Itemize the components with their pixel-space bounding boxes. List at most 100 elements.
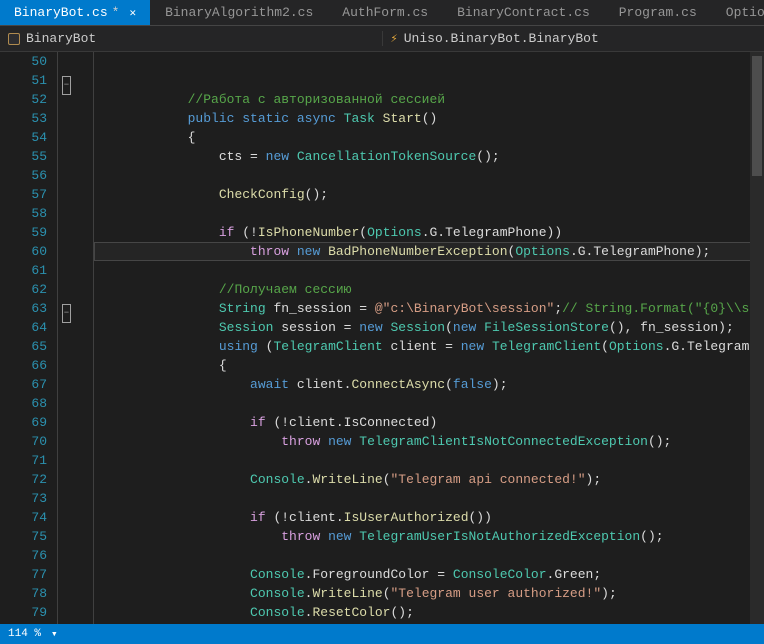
gutter-cell	[58, 337, 93, 356]
token: WriteLine	[312, 586, 382, 601]
token	[188, 567, 250, 582]
gutter-cell	[58, 128, 93, 147]
token: Console	[250, 605, 305, 620]
code-line[interactable]: throw new TelegramClientIsNotConnectedEx…	[94, 432, 764, 451]
token: new	[297, 244, 328, 259]
token: ();	[648, 434, 671, 449]
code-line[interactable]: using (TelegramClient client = new Teleg…	[94, 337, 764, 356]
code-line[interactable]	[94, 546, 764, 565]
token: ())	[469, 510, 492, 525]
code-line[interactable]: //Получаем сессию	[94, 280, 764, 299]
gutter-cell	[58, 109, 93, 128]
scrollbar-thumb[interactable]	[752, 56, 762, 176]
code-line[interactable]: {	[94, 356, 764, 375]
code-line[interactable]: throw new TelegramUserIsNotAuthorizedExc…	[94, 527, 764, 546]
code-line[interactable]: public static async Task Start()	[94, 109, 764, 128]
gutter-cell	[58, 185, 93, 204]
code-line[interactable]: //Работа с авторизованной сессией	[94, 90, 764, 109]
line-number: 62	[0, 280, 47, 299]
editor-tab[interactable]: BinaryContract.cs	[443, 0, 605, 25]
modified-indicator-icon: *	[112, 5, 120, 20]
line-number: 52	[0, 90, 47, 109]
code-area[interactable]: //Работа с авторизованной сессией public…	[94, 52, 764, 624]
token: throw	[281, 434, 328, 449]
token	[188, 301, 219, 316]
code-line[interactable]	[94, 489, 764, 508]
token: ();	[305, 187, 328, 202]
zoom-level[interactable]: 114 %	[8, 628, 41, 640]
close-tab-icon[interactable]: ✕	[129, 6, 136, 20]
token: {	[188, 358, 227, 373]
token: await	[250, 377, 297, 392]
editor-tabbar: BinaryBot.cs * ✕ BinaryAlgorithm2.cs AuthFor…	[0, 0, 764, 26]
breadcrumb-right[interactable]: ⚡ Uniso.BinaryBot.BinaryBot	[382, 31, 764, 46]
code-line[interactable]	[94, 622, 764, 624]
editor-tab[interactable]: Options.cs	[712, 0, 764, 25]
code-line[interactable]: String fn_session = @"c:\BinaryBot\sessi…	[94, 299, 764, 318]
token: ();	[640, 529, 663, 544]
token: String	[219, 301, 274, 316]
token	[188, 605, 250, 620]
token: Console	[250, 567, 305, 582]
tab-label: BinaryAlgorithm2.cs	[165, 5, 313, 20]
gutter-cell	[58, 147, 93, 166]
token: CancellationTokenSource	[297, 149, 476, 164]
line-number: 55	[0, 147, 47, 166]
token	[188, 339, 219, 354]
line-number: 75	[0, 527, 47, 546]
token: (!	[242, 225, 258, 240]
code-line[interactable]: Console.ForegroundColor = ConsoleColor.G…	[94, 565, 764, 584]
line-number: 66	[0, 356, 47, 375]
code-line[interactable]	[94, 394, 764, 413]
code-line[interactable]	[94, 451, 764, 470]
editor-tab[interactable]: BinaryAlgorithm2.cs	[151, 0, 328, 25]
line-number: 61	[0, 261, 47, 280]
line-number: 69	[0, 413, 47, 432]
breadcrumb-left[interactable]: BinaryBot	[0, 31, 382, 46]
code-line[interactable]	[94, 261, 764, 280]
token: );	[601, 586, 617, 601]
token: throw	[250, 244, 297, 259]
code-line[interactable]: cts = new CancellationTokenSource();	[94, 147, 764, 166]
token: ()	[422, 111, 438, 126]
token: IsPhoneNumber	[258, 225, 359, 240]
zoom-dropdown-icon[interactable]: ▾	[51, 627, 58, 641]
code-line[interactable]: {	[94, 128, 764, 147]
line-number: 57	[0, 185, 47, 204]
editor-tab[interactable]: AuthForm.cs	[328, 0, 443, 25]
code-line[interactable]: throw new BadPhoneNumberException(Option…	[94, 242, 764, 261]
gutter-cell	[58, 204, 93, 223]
token: if	[250, 415, 273, 430]
code-line[interactable]: if (!IsPhoneNumber(Options.G.TelegramPho…	[94, 223, 764, 242]
tab-label: BinaryBot.cs	[14, 5, 108, 20]
token: ;	[554, 301, 562, 316]
code-line[interactable]: await client.ConnectAsync(false);	[94, 375, 764, 394]
code-editor[interactable]: 5051525354555657585960616263646566676869…	[0, 52, 764, 624]
token	[188, 434, 282, 449]
vertical-scrollbar[interactable]	[750, 52, 764, 624]
code-line[interactable]: Session session = new Session(new FileSe…	[94, 318, 764, 337]
code-line[interactable]	[94, 166, 764, 185]
code-line[interactable]	[94, 204, 764, 223]
line-number: 70	[0, 432, 47, 451]
code-line[interactable]: if (!client.IsUserAuthorized())	[94, 508, 764, 527]
token: .ForegroundColor =	[305, 567, 453, 582]
token: public static async	[188, 111, 344, 126]
tab-label: BinaryContract.cs	[457, 5, 590, 20]
code-line[interactable]: if (!client.IsConnected)	[94, 413, 764, 432]
token: (	[445, 377, 453, 392]
gutter-cell	[58, 90, 93, 109]
token: .G.Telegram	[664, 339, 750, 354]
token: (!client.	[273, 510, 343, 525]
code-line[interactable]: CheckConfig();	[94, 185, 764, 204]
code-line[interactable]: Console.WriteLine("Telegram api connecte…	[94, 470, 764, 489]
token: // String.Format("{0}\\s	[562, 301, 749, 316]
code-line[interactable]: Console.ResetColor();	[94, 603, 764, 622]
token	[188, 377, 250, 392]
gutter-cell	[58, 508, 93, 527]
editor-tab[interactable]: Program.cs	[605, 0, 712, 25]
token	[188, 225, 219, 240]
code-line[interactable]: Console.WriteLine("Telegram user authori…	[94, 584, 764, 603]
gutter-cell: −	[58, 299, 93, 318]
editor-tab[interactable]: BinaryBot.cs * ✕	[0, 0, 151, 25]
